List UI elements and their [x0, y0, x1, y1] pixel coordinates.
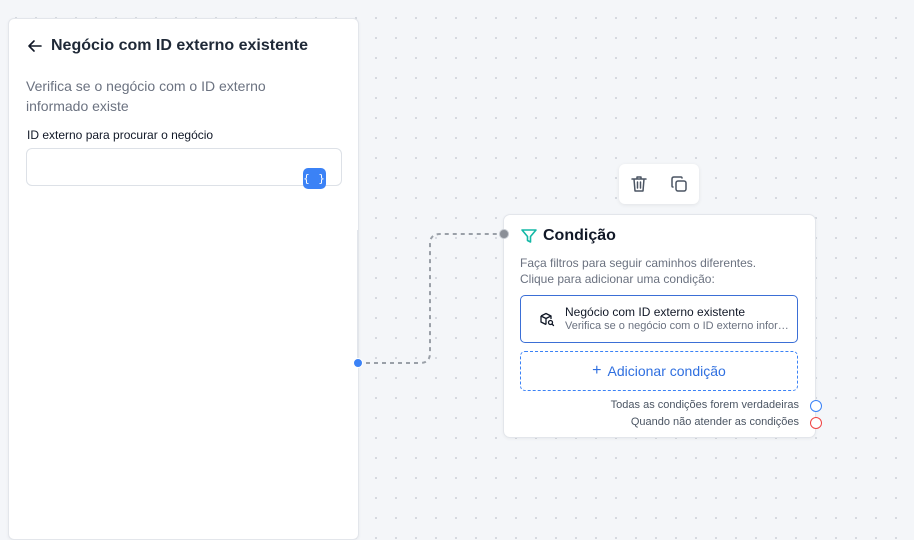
insert-variable-button[interactable]: { }: [303, 168, 326, 189]
true-output-handle[interactable]: [810, 400, 822, 412]
delete-node-button[interactable]: [627, 172, 651, 196]
condition-description: Faça filtros para seguir caminhos difere…: [520, 256, 757, 286]
condition-item-title: Negócio com ID externo existente: [565, 305, 746, 319]
condition-node[interactable]: Condição Faça filtros para seguir caminh…: [499, 214, 822, 438]
copy-icon: [671, 176, 687, 192]
external-id-input[interactable]: [27, 149, 317, 183]
input-handle[interactable]: [499, 229, 509, 239]
package-search-icon: [539, 311, 555, 332]
node-toolbar: [619, 164, 699, 204]
plus-icon: +: [592, 362, 602, 379]
source-handle[interactable]: [353, 358, 363, 368]
condition-item-subtitle: Verifica se o negócio com o ID externo i…: [565, 320, 790, 332]
panel-title: Negócio com ID externo existente: [51, 37, 308, 54]
condition-header: Condição: [520, 227, 616, 245]
panel-description: Verifica se o negócio com o ID externo i…: [26, 78, 266, 114]
panel-header: Negócio com ID externo existente: [27, 37, 308, 55]
true-output-label: Todas as condições forem verdadeiras: [610, 399, 799, 411]
duplicate-node-button[interactable]: [667, 172, 691, 196]
arrow-left-icon[interactable]: [27, 38, 43, 54]
external-id-field: { }: [26, 148, 342, 189]
trash-icon: [631, 176, 647, 192]
filter-icon: [521, 229, 537, 243]
condition-title: Condição: [543, 227, 616, 244]
panel-edge: [357, 230, 359, 365]
false-output-label: Quando não atender as condições: [630, 416, 799, 428]
external-id-label: ID externo para procurar o negócio: [27, 128, 214, 142]
add-condition-button[interactable]: + Adicionar condição: [520, 351, 798, 391]
false-output-handle[interactable]: [810, 417, 822, 429]
condition-item[interactable]: Negócio com ID externo existente Verific…: [520, 295, 798, 343]
add-condition-label: Adicionar condição: [607, 363, 726, 379]
settings-panel: Negócio com ID externo existente Verific…: [8, 18, 359, 540]
